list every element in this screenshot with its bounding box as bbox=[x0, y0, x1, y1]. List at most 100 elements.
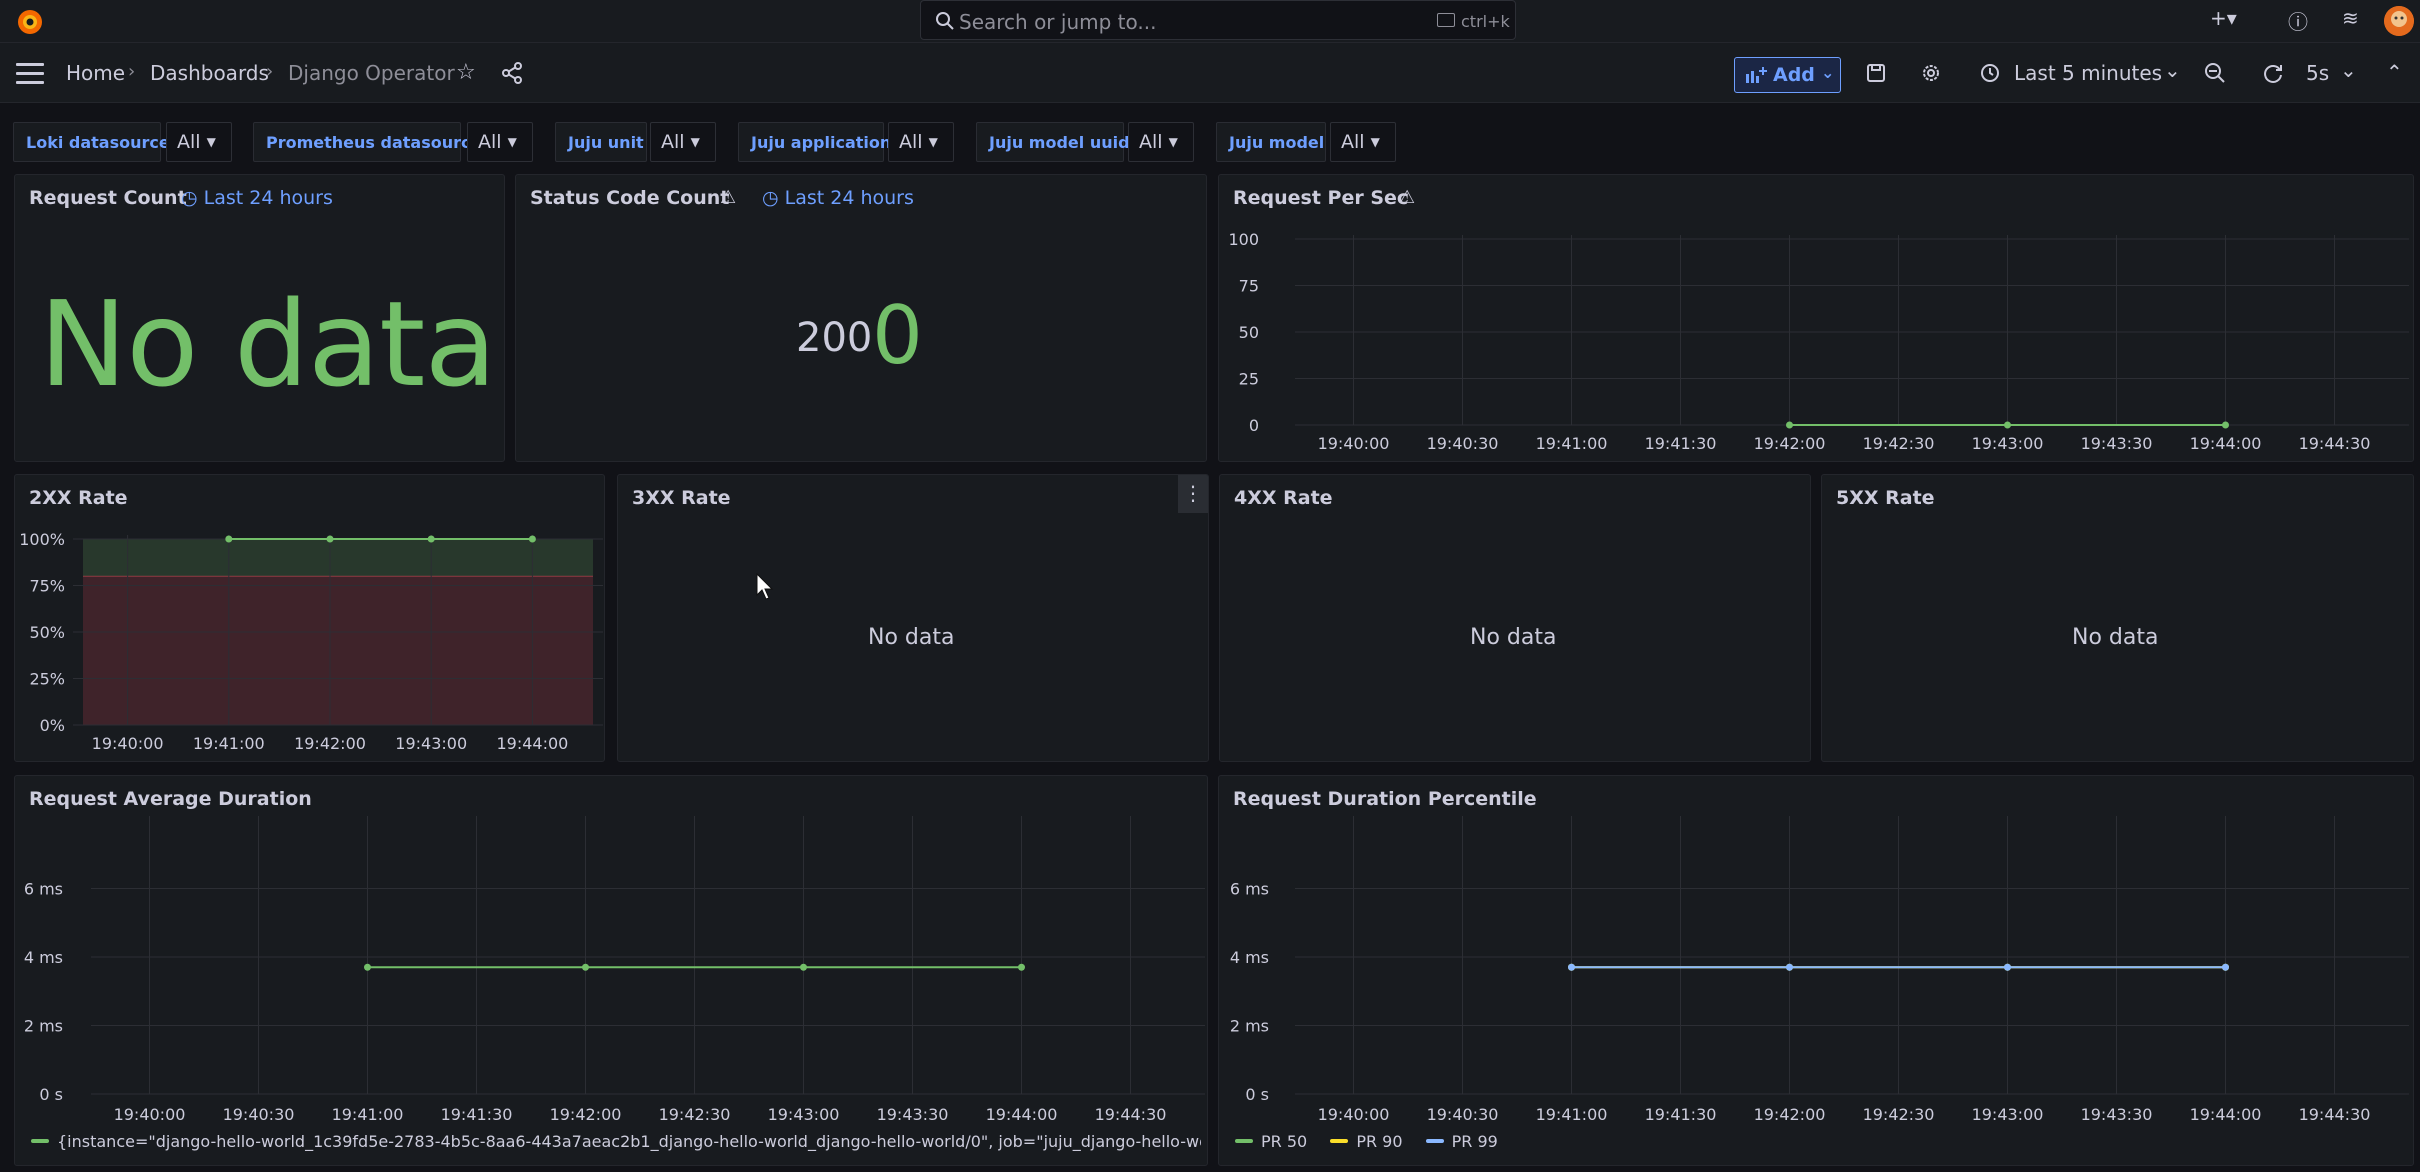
panel-request-per-sec[interactable]: Request Per Sec ⚠ 0 25 50 75 100 19:40:00 19:4… bbox=[1218, 174, 2414, 462]
data-point bbox=[326, 535, 334, 543]
variable-select-prometheus-datasource[interactable]: All ▼ bbox=[467, 122, 533, 162]
panel-4xx-rate[interactable]: 4XX Rate No data bbox=[1219, 474, 1811, 762]
2xx-rate-chart: 0% 25% 50% 75% 100% 19:40:00 19:41:00 19:42:00 1… bbox=[19, 530, 603, 753]
y-tick-label: 25% bbox=[29, 670, 65, 689]
data-point bbox=[1786, 963, 1793, 971]
star-icon[interactable]: ☆ bbox=[456, 60, 476, 85]
keyboard-icon bbox=[1437, 13, 1455, 27]
clock-icon bbox=[1981, 64, 1999, 82]
legend-item-pr50[interactable]: PR 50 bbox=[1235, 1132, 1307, 1151]
search-input[interactable]: Search or jump to... ctrl+k bbox=[920, 0, 1516, 40]
x-tick-label: 19:44:00 bbox=[496, 734, 568, 753]
variable-select-juju-model-uuid[interactable]: All ▼ bbox=[1128, 122, 1194, 162]
threshold-band bbox=[83, 576, 593, 725]
panel-request-count[interactable]: Request Count ◷ Last 24 hours No data bbox=[14, 174, 505, 462]
chevron-down-icon[interactable]: ⌄ bbox=[2164, 58, 2181, 82]
x-tick-label: 19:41:00 bbox=[1536, 1105, 1608, 1124]
time-override-badge: ◷ Last 24 hours bbox=[762, 187, 914, 209]
y-tick-label: 75 bbox=[1239, 277, 1259, 296]
variable-select-juju-model[interactable]: All ▼ bbox=[1330, 122, 1396, 162]
variable-select-juju-application[interactable]: All ▼ bbox=[888, 122, 954, 162]
panel-2xx-rate[interactable]: 2XX Rate 0% 25% 50% 75% 100% 19:40:00 19:41:00… bbox=[14, 474, 605, 762]
legend-swatch bbox=[1330, 1139, 1349, 1143]
news-rss-icon[interactable]: ≋ bbox=[2342, 6, 2359, 30]
refresh-interval-picker[interactable]: 5s bbox=[2306, 61, 2329, 85]
x-tick-label: 19:40:00 bbox=[1318, 1105, 1390, 1124]
panel-3xx-rate[interactable]: 3XX Rate ⋮ No data bbox=[617, 474, 1209, 762]
data-point bbox=[2222, 421, 2229, 429]
dashboard-nav-bar: Home › Dashboards › Django Operator ☆ Ad… bbox=[0, 43, 2420, 103]
panel-menu-icon[interactable]: ⋮ bbox=[1178, 475, 1208, 513]
panel-title: 5XX Rate bbox=[1836, 487, 1935, 509]
panel-title: 4XX Rate bbox=[1234, 487, 1333, 509]
request-duration-percentile-chart: 0 s 2 ms 4 ms 6 ms 19:40:00 19:40:30 19:41:00 1… bbox=[1230, 816, 2409, 1124]
variable-value: All bbox=[1139, 131, 1163, 153]
breadcrumb-dashboards[interactable]: Dashboards bbox=[150, 61, 269, 85]
save-icon[interactable] bbox=[1866, 63, 1886, 83]
data-point bbox=[364, 963, 371, 971]
search-shortcut: ctrl+k bbox=[1461, 12, 1510, 31]
variable-label-loki-datasource: Loki datasource bbox=[13, 122, 170, 162]
data-point bbox=[1786, 421, 1793, 429]
legend-item-pr99[interactable]: PR 99 bbox=[1425, 1132, 1498, 1151]
data-point bbox=[1018, 963, 1025, 971]
x-tick-label: 19:44:30 bbox=[1095, 1105, 1167, 1124]
x-tick-label: 19:44:00 bbox=[2190, 1105, 2262, 1124]
chart-legend[interactable]: {instance="django-hello-world_1c39fd5e-2… bbox=[31, 1132, 1201, 1151]
panel-status-code-count[interactable]: Status Code Count ⚠ ◷ Last 24 hours 200 … bbox=[515, 174, 1207, 462]
chevron-down-icon: ⌄ bbox=[1821, 63, 1835, 82]
variable-select-juju-unit[interactable]: All ▼ bbox=[650, 122, 716, 162]
breadcrumb-separator-icon: › bbox=[128, 61, 136, 82]
gear-icon[interactable] bbox=[1920, 62, 1942, 84]
add-button-label: Add bbox=[1773, 64, 1815, 86]
collapse-icon[interactable]: ⌃ bbox=[2386, 60, 2403, 84]
y-tick-label: 100% bbox=[19, 530, 65, 549]
legend-item-pr90[interactable]: PR 90 bbox=[1330, 1132, 1403, 1151]
threshold-band bbox=[83, 539, 593, 577]
y-tick-label: 6 ms bbox=[1230, 880, 1269, 899]
y-tick-label: 0 s bbox=[1245, 1085, 1269, 1104]
menu-toggle-icon[interactable] bbox=[16, 63, 44, 85]
no-data-label: No data bbox=[868, 625, 955, 650]
add-button[interactable]: Add ⌄ bbox=[1734, 57, 1841, 93]
time-override-label: Last 24 hours bbox=[203, 187, 333, 209]
zoom-out-icon[interactable] bbox=[2204, 62, 2226, 84]
x-tick-label: 19:42:30 bbox=[659, 1105, 731, 1124]
x-tick-label: 19:40:30 bbox=[1427, 434, 1499, 453]
data-point bbox=[1568, 963, 1575, 971]
chevron-down-icon: ▼ bbox=[1370, 135, 1380, 149]
data-point bbox=[582, 963, 589, 971]
x-tick-label: 19:40:00 bbox=[114, 1105, 186, 1124]
panel-5xx-rate[interactable]: 5XX Rate No data bbox=[1821, 474, 2414, 762]
panel-request-average-duration[interactable]: Request Average Duration 0 s2 ms 4 ms 6 ms… bbox=[14, 775, 1208, 1166]
request-average-duration-chart: 0 s 2 ms 4 ms 6 ms 19:40:00 19:40:30 19:41:00 1… bbox=[24, 816, 1205, 1124]
y-tick-label: 100 bbox=[1228, 230, 1259, 249]
variable-select-loki-datasource[interactable]: All ▼ bbox=[166, 122, 232, 162]
new-plus-icon[interactable]: +▾ bbox=[2210, 6, 2237, 30]
share-icon[interactable] bbox=[500, 61, 524, 85]
data-point bbox=[528, 535, 536, 543]
chevron-down-icon: ▼ bbox=[690, 135, 700, 149]
warning-icon[interactable]: ⚠ bbox=[720, 187, 736, 208]
grafana-logo-icon[interactable] bbox=[14, 6, 46, 38]
user-avatar-icon bbox=[2384, 6, 2414, 36]
panel-title: 3XX Rate bbox=[632, 487, 731, 509]
x-tick-label: 19:43:00 bbox=[1972, 434, 2044, 453]
stat-no-data: No data bbox=[39, 275, 497, 413]
variable-label-juju-application: Juju application bbox=[738, 122, 891, 162]
refresh-icon[interactable] bbox=[2262, 62, 2284, 84]
legend-label: PR 90 bbox=[1356, 1132, 1403, 1151]
panel-request-duration-percentile[interactable]: Request Duration Percentile 0 s2 ms 4 ms 6… bbox=[1218, 775, 2414, 1166]
y-tick-label: 2 ms bbox=[24, 1017, 63, 1036]
time-range-picker[interactable]: Last 5 minutes bbox=[2014, 61, 2162, 85]
data-point bbox=[225, 535, 233, 543]
help-icon[interactable]: ⓘ bbox=[2288, 6, 2308, 35]
y-tick-label: 0 bbox=[1249, 416, 1259, 435]
y-tick-label: 4 ms bbox=[24, 948, 63, 967]
variable-value: All bbox=[661, 131, 685, 153]
chevron-down-icon[interactable]: ⌄ bbox=[2340, 58, 2357, 82]
chevron-down-icon: ▼ bbox=[206, 135, 216, 149]
avatar[interactable] bbox=[2384, 6, 2414, 36]
legend-label: {instance="django-hello-world_1c39fd5e-2… bbox=[57, 1132, 1201, 1151]
breadcrumb-home[interactable]: Home bbox=[66, 61, 125, 85]
